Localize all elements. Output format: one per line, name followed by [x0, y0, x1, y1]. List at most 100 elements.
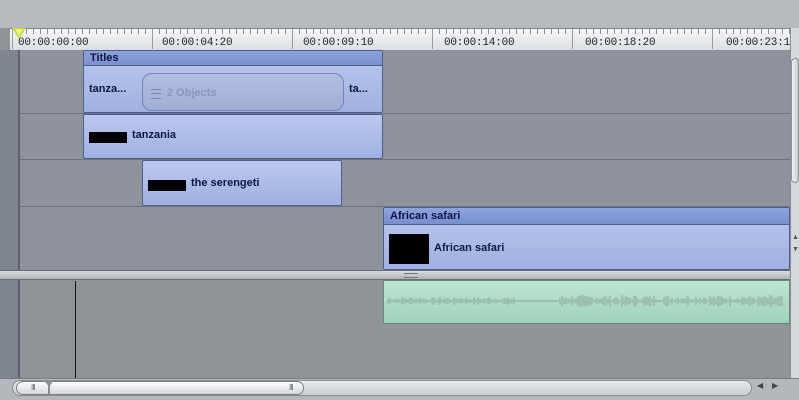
- ruler-tick: [691, 29, 692, 34]
- ruler-tick: [516, 29, 517, 34]
- ruler-tick: [733, 29, 734, 34]
- ruler-tick: [712, 29, 713, 49]
- time-ruler[interactable]: 00:00:00:00 00:00:04:20 00:00:09:10 00:0…: [10, 28, 790, 51]
- ruler-tick: [47, 29, 48, 34]
- ruler-tick: [411, 29, 412, 34]
- ruler-tick: [677, 29, 678, 34]
- audio-clip[interactable]: [383, 280, 790, 324]
- ruler-tick: [740, 29, 741, 34]
- ruler-tick: [138, 29, 139, 34]
- ruler-tick: [264, 29, 265, 34]
- ruler-tick: [341, 29, 342, 34]
- clip-tanzania-label: tanzania: [132, 129, 177, 141]
- ruler-tick: [607, 29, 608, 34]
- ruler-tick: [369, 29, 370, 34]
- ruler-tick: [453, 29, 454, 34]
- vertical-scroll-thumb[interactable]: [791, 58, 799, 183]
- ruler-tick: [61, 29, 62, 34]
- ruler-tick: [292, 29, 293, 49]
- titles-group-header: Titles: [84, 51, 382, 66]
- scroll-down-arrow-icon[interactable]: ▼: [792, 246, 799, 253]
- scroll-left-arrow-icon[interactable]: ◀: [757, 381, 763, 390]
- audio-waveform: [387, 295, 783, 307]
- ruler-timecode: 00:00:14:00: [444, 37, 515, 49]
- ruler-tick: [530, 29, 531, 34]
- ruler-tick: [376, 29, 377, 34]
- ruler-tick: [551, 29, 552, 34]
- clip-serengeti[interactable]: the serengeti: [142, 160, 342, 206]
- ruler-tick: [362, 29, 363, 34]
- ruler-tick: [537, 29, 538, 34]
- scroll-right-arrow-icon[interactable]: ▶: [772, 381, 778, 390]
- ruler-tick: [439, 29, 440, 34]
- ruler-tick: [222, 29, 223, 34]
- ruler-tick: [355, 29, 356, 34]
- ruler-tick: [110, 29, 111, 34]
- ruler-tick: [390, 29, 391, 34]
- ruler-tick: [600, 29, 601, 34]
- ruler-tick: [250, 29, 251, 34]
- ruler-tick: [166, 29, 167, 34]
- group-objects-pill[interactable]: 2 Objects: [142, 73, 344, 111]
- ruler-timecode: 00:00:09:10: [303, 37, 374, 49]
- ruler-tick: [481, 29, 482, 34]
- divider-grip-icon[interactable]: [404, 273, 418, 278]
- ruler-tick: [432, 29, 433, 49]
- ruler-tick: [446, 29, 447, 34]
- ruler-tick: [194, 29, 195, 34]
- ruler-tick: [782, 29, 783, 34]
- ruler-tick: [649, 29, 650, 34]
- ruler-tick: [327, 29, 328, 34]
- ruler-tick: [656, 29, 657, 34]
- ruler-tick: [26, 29, 27, 34]
- video-audio-divider[interactable]: [0, 270, 790, 280]
- ruler-tick: [131, 29, 132, 34]
- ruler-tick: [579, 29, 580, 34]
- ruler-tick: [467, 29, 468, 34]
- ruler-tick: [523, 29, 524, 34]
- ruler-timecode: 00:00:18:20: [585, 37, 656, 49]
- ruler-tick: [33, 29, 34, 34]
- titles-group-clip[interactable]: Titles tanza... 2 Objects ta...: [83, 50, 383, 113]
- ruler-tick: [593, 29, 594, 34]
- playhead-highlight: [15, 29, 23, 36]
- track-lane: [20, 160, 790, 206]
- ruler-tick: [215, 29, 216, 34]
- thumb-grip-icon: III: [289, 383, 294, 392]
- ruler-tick: [271, 29, 272, 34]
- ruler-timecode: 00:00:23:1: [726, 37, 790, 49]
- group-objects-label: 2 Objects: [167, 87, 217, 99]
- scroll-up-arrow-icon[interactable]: ▲: [792, 234, 799, 241]
- horizontal-scroll-thumb[interactable]: III III: [16, 381, 304, 395]
- ruler-tick: [82, 29, 83, 34]
- clip-african-safari-header: African safari: [384, 208, 789, 225]
- ruler-tick: [495, 29, 496, 34]
- ruler-tick: [614, 29, 615, 34]
- clip-tanzania[interactable]: tanzania: [83, 114, 383, 159]
- ruler-tick: [621, 29, 622, 34]
- clip-thumbnail: [389, 234, 429, 264]
- ruler-tick: [775, 29, 776, 34]
- ruler-tick: [152, 29, 153, 49]
- ruler-timecode: 00:00:04:20: [162, 37, 233, 49]
- ruler-tick: [684, 29, 685, 34]
- ruler-tick: [705, 29, 706, 34]
- titles-left-label: tanza...: [89, 83, 127, 95]
- ruler-tick: [544, 29, 545, 34]
- ruler-tick: [173, 29, 174, 34]
- zoom-marker-stem: [48, 385, 50, 395]
- ruler-tick: [460, 29, 461, 34]
- ruler-tick: [306, 29, 307, 34]
- ruler-tick: [670, 29, 671, 34]
- ruler-tick: [565, 29, 566, 34]
- ruler-tick: [334, 29, 335, 34]
- titles-right-label: ta...: [349, 83, 368, 95]
- ruler-tick: [586, 29, 587, 34]
- ruler-tick: [698, 29, 699, 34]
- ruler-tick: [40, 29, 41, 34]
- clip-african-safari[interactable]: African safari African safari: [383, 207, 790, 270]
- ruler-tick: [628, 29, 629, 34]
- ruler-tick: [145, 29, 146, 34]
- ruler-tick: [719, 29, 720, 34]
- ruler-tick: [320, 29, 321, 34]
